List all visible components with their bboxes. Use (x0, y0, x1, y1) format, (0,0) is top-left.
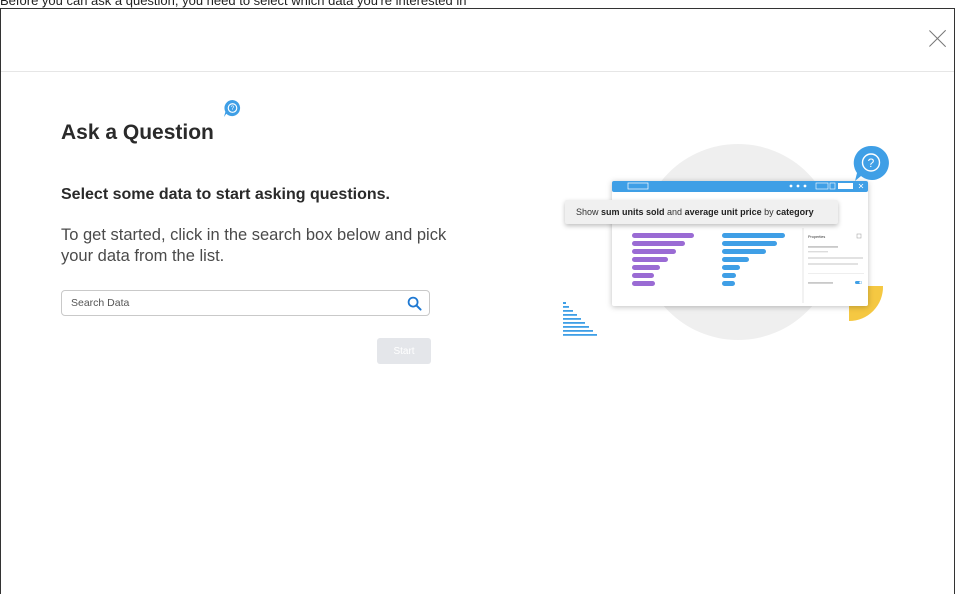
svg-text:?: ? (868, 156, 875, 170)
page-title: Ask a Question (61, 121, 214, 144)
properties-panel-label: Properties (808, 235, 825, 239)
search-input[interactable] (71, 295, 391, 311)
question-bubble-large-icon: ? (853, 145, 889, 181)
search-icon[interactable] (407, 296, 422, 311)
dialog-header (1, 9, 954, 72)
start-button[interactable]: Start (377, 338, 431, 364)
svg-text:?: ? (231, 105, 235, 112)
close-icon[interactable] (928, 29, 948, 49)
caption-text: Before you can ask a question, you need … (0, 0, 467, 8)
illustration: Properties ? (563, 144, 889, 340)
question-bubble-icon: ? (223, 99, 241, 118)
subtitle: Select some data to start asking questio… (61, 186, 390, 203)
search-box[interactable] (61, 290, 430, 316)
stripes-decoration (563, 302, 597, 336)
description: To get started, click in the search box … (61, 226, 447, 265)
query-prompt-card: Show sum units sold and average unit pri… (565, 200, 838, 224)
